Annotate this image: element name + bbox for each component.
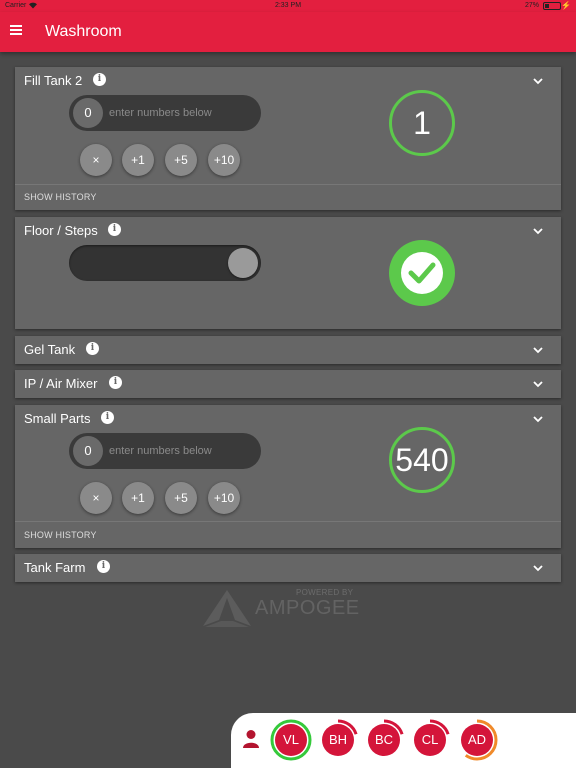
battery-percent: 27%: [524, 2, 539, 9]
chevron-down-icon[interactable]: [532, 378, 544, 390]
plus-10-button[interactable]: +10: [208, 144, 240, 176]
status-time: 2:33 PM: [274, 2, 302, 9]
chevron-down-icon[interactable]: [532, 344, 544, 356]
entry-value: 0: [73, 98, 103, 128]
avatar-user[interactable]: BH: [317, 719, 359, 761]
divider: [15, 521, 561, 522]
chevron-down-icon[interactable]: [532, 413, 544, 425]
card-floor-steps: Floor / Steps i: [15, 217, 561, 329]
avatar-initials: AD: [461, 724, 493, 756]
avatar-initials: BH: [322, 724, 354, 756]
info-icon[interactable]: i: [109, 376, 122, 389]
number-entry: 0: [69, 95, 261, 131]
info-icon[interactable]: i: [97, 560, 110, 573]
powered-by-logo: POWERED BY AMPOGEE: [203, 588, 363, 628]
avatar-user[interactable]: BC: [363, 719, 405, 761]
avatar-user[interactable]: VL: [270, 719, 312, 761]
card-tank-farm[interactable]: Tank Farm i: [15, 554, 561, 582]
card-small-parts: Small Parts i 0 × +1 +5 +10 540 SHOW HIS…: [15, 405, 561, 548]
plus-5-button[interactable]: +5: [165, 482, 197, 514]
number-entry: 0: [69, 433, 261, 469]
card-title: Floor / Steps: [24, 223, 98, 238]
count-display: 540: [389, 427, 455, 493]
status-bar: Carrier 2:33 PM 27% ⚡: [0, 0, 576, 12]
page-title: Washroom: [45, 23, 122, 40]
divider: [15, 184, 561, 185]
completion-toggle[interactable]: [69, 245, 261, 281]
clear-button[interactable]: ×: [80, 144, 112, 176]
card-title: Small Parts: [24, 411, 91, 426]
battery-icon: [543, 2, 561, 10]
plus-1-button[interactable]: +1: [122, 144, 154, 176]
chevron-down-icon[interactable]: [532, 225, 544, 237]
plus-10-button[interactable]: +10: [208, 482, 240, 514]
count-value: 1: [413, 105, 431, 141]
entry-value: 0: [73, 436, 103, 466]
app-bar: Washroom: [0, 12, 576, 52]
card-title: Tank Farm: [24, 560, 86, 575]
card-title: Gel Tank: [24, 342, 76, 357]
ampogee-logo-icon: [203, 590, 251, 627]
card-title: Fill Tank 2: [24, 73, 83, 88]
info-icon[interactable]: i: [108, 223, 121, 236]
info-icon[interactable]: i: [86, 342, 99, 355]
show-history-link[interactable]: SHOW HISTORY: [24, 192, 97, 202]
charging-icon: ⚡: [561, 1, 571, 10]
show-history-link[interactable]: SHOW HISTORY: [24, 530, 97, 540]
user-bar: VL BH BC CL AD: [231, 713, 576, 768]
avatar-initials: CL: [414, 724, 446, 756]
number-input[interactable]: [109, 441, 254, 461]
powered-by-label: POWERED BY: [296, 588, 354, 597]
count-value: 540: [395, 442, 449, 478]
avatar-initials: VL: [275, 724, 307, 756]
toggle-knob: [228, 248, 258, 278]
number-input[interactable]: [109, 103, 254, 123]
plus-1-button[interactable]: +1: [122, 482, 154, 514]
info-icon[interactable]: i: [93, 73, 106, 86]
avatar-user[interactable]: CL: [409, 719, 451, 761]
card-fill-tank-2: Fill Tank 2 i 0 × +1 +5 +10 1 SHOW HISTO…: [15, 67, 561, 210]
clear-button[interactable]: ×: [80, 482, 112, 514]
chevron-down-icon[interactable]: [532, 75, 544, 87]
brand-name: AMPOGEE: [255, 597, 360, 619]
card-gel-tank[interactable]: Gel Tank i: [15, 336, 561, 364]
chevron-down-icon[interactable]: [532, 562, 544, 574]
card-title: IP / Air Mixer: [24, 376, 98, 391]
check-complete-icon: [389, 240, 455, 306]
info-icon[interactable]: i: [101, 411, 114, 424]
count-display: 1: [389, 90, 455, 156]
plus-5-button[interactable]: +5: [165, 144, 197, 176]
hamburger-menu-icon[interactable]: [10, 25, 22, 39]
card-ip-air-mixer[interactable]: IP / Air Mixer i: [15, 370, 561, 398]
person-icon[interactable]: [242, 729, 260, 749]
avatar-initials: BC: [368, 724, 400, 756]
avatar-user[interactable]: AD: [456, 719, 498, 761]
